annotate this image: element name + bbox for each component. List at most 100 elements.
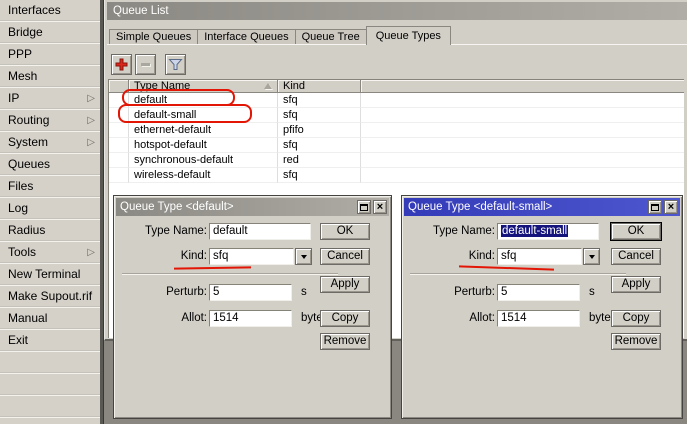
tab-interface-queues[interactable]: Interface Queues xyxy=(197,29,295,45)
kind-label: Kind: xyxy=(122,248,207,265)
perturb-input[interactable]: 5 xyxy=(209,284,292,301)
kind-dropdown-button[interactable] xyxy=(295,248,312,265)
perturb-input[interactable]: 5 xyxy=(497,284,580,301)
perturb-label: Perturb: xyxy=(122,284,207,301)
maximize-button[interactable] xyxy=(648,200,662,214)
kind-dropdown-button[interactable] xyxy=(583,248,600,265)
sidebar-item-exit[interactable]: Exit xyxy=(0,330,100,352)
apply-button[interactable]: Apply xyxy=(320,276,370,293)
window-title: Queue List xyxy=(113,5,169,17)
remove-button[interactable]: Remove xyxy=(320,333,370,350)
sidebar-item-make-supout[interactable]: Make Supout.rif xyxy=(0,286,100,308)
submenu-arrow-icon: ▷ xyxy=(87,242,95,263)
sidebar-item-tools[interactable]: Tools▷ xyxy=(0,242,100,264)
plus-icon xyxy=(115,58,128,71)
type-name-label: Type Name: xyxy=(122,223,207,240)
cell-type-name: synchronous-default xyxy=(129,153,278,168)
sort-ascending-icon xyxy=(264,83,272,89)
sidebar-item-interfaces[interactable]: Interfaces xyxy=(0,0,100,22)
annotation-underline-kind xyxy=(459,265,554,270)
cell-kind: pfifo xyxy=(278,123,361,138)
cancel-button[interactable]: Cancel xyxy=(320,248,370,265)
sidebar-item-ip[interactable]: IP▷ xyxy=(0,88,100,110)
copy-button[interactable]: Copy xyxy=(611,310,661,327)
annotation-underline-kind xyxy=(174,266,251,269)
filter-icon xyxy=(168,58,183,71)
remove-button[interactable] xyxy=(135,54,156,75)
perturb-unit: s xyxy=(589,284,595,301)
tab-queue-types[interactable]: Queue Types xyxy=(366,26,451,45)
queue-type-default-small-dialog: Queue Type <default-small> × Type Name: … xyxy=(401,195,683,419)
table-row[interactable]: synchronous-default red xyxy=(109,153,684,168)
table-row[interactable]: hotspot-default sfq xyxy=(109,138,684,153)
tab-queue-tree[interactable]: Queue Tree xyxy=(295,29,367,45)
allot-label: Allot: xyxy=(122,310,207,327)
sidebar-item-files[interactable]: Files xyxy=(0,176,100,198)
kind-input[interactable]: sfq xyxy=(497,248,582,265)
table-row[interactable]: wireless-default sfq xyxy=(109,168,684,183)
queue-type-default-dialog: Queue Type <default> × Type Name: defaul… xyxy=(113,195,392,419)
remove-button[interactable]: Remove xyxy=(611,333,661,350)
maximize-button[interactable] xyxy=(357,200,371,214)
copy-button[interactable]: Copy xyxy=(320,310,370,327)
cell-kind: sfq xyxy=(278,138,361,153)
sidebar-item-queues[interactable]: Queues xyxy=(0,154,100,176)
sidebar-item-bridge[interactable]: Bridge xyxy=(0,22,100,44)
close-icon: × xyxy=(377,202,383,212)
winbox-app: Interfaces Bridge PPP Mesh IP▷ Routing▷ … xyxy=(0,0,687,424)
maximize-icon xyxy=(651,204,659,211)
submenu-arrow-icon: ▷ xyxy=(87,110,95,131)
dialog-title: Queue Type <default-small> xyxy=(408,201,552,213)
tab-simple-queues[interactable]: Simple Queues xyxy=(109,29,198,45)
allot-label: Allot: xyxy=(410,310,495,327)
table-header-kind[interactable]: Kind xyxy=(278,80,361,93)
close-button[interactable]: × xyxy=(664,200,678,214)
table-row[interactable]: ethernet-default pfifo xyxy=(109,123,684,138)
dialog-separator xyxy=(122,273,338,274)
ok-button[interactable]: OK xyxy=(320,223,370,240)
filter-button[interactable] xyxy=(165,54,186,75)
sidebar-menu: Interfaces Bridge PPP Mesh IP▷ Routing▷ … xyxy=(0,0,100,424)
dialog-separator xyxy=(410,273,626,274)
kind-input[interactable]: sfq xyxy=(209,248,294,265)
table-header-spare xyxy=(361,80,684,93)
cell-kind: sfq xyxy=(278,168,361,183)
allot-input[interactable]: 1514 xyxy=(209,310,292,327)
allot-input[interactable]: 1514 xyxy=(497,310,580,327)
add-button[interactable] xyxy=(111,54,132,75)
queue-list-tabs: Simple Queues Interface Queues Queue Tre… xyxy=(109,26,450,45)
cell-type-name: wireless-default xyxy=(129,168,278,183)
sidebar-item-routing[interactable]: Routing▷ xyxy=(0,110,100,132)
close-icon: × xyxy=(668,202,674,212)
perturb-unit: s xyxy=(301,284,307,301)
sidebar-item-new-terminal[interactable]: New Terminal xyxy=(0,264,100,286)
ok-button[interactable]: OK xyxy=(611,223,661,240)
dialog-titlebar[interactable]: Queue Type <default-small> × xyxy=(404,198,680,216)
cell-kind: sfq xyxy=(278,108,361,123)
sidebar-item-log[interactable]: Log xyxy=(0,198,100,220)
dialog-title: Queue Type <default> xyxy=(120,201,234,213)
cell-kind: sfq xyxy=(278,93,361,108)
sidebar-item-radius[interactable]: Radius xyxy=(0,220,100,242)
maximize-icon xyxy=(360,204,368,211)
selected-text: default-small xyxy=(501,225,568,237)
apply-button[interactable]: Apply xyxy=(611,276,661,293)
cell-kind: red xyxy=(278,153,361,168)
type-name-input[interactable]: default xyxy=(209,223,311,240)
sidebar-item-manual[interactable]: Manual xyxy=(0,308,100,330)
type-name-input[interactable]: default-small xyxy=(497,223,599,240)
dropdown-arrow-icon xyxy=(301,255,307,259)
cell-type-name: hotspot-default xyxy=(129,138,278,153)
kind-label: Kind: xyxy=(410,248,495,265)
queue-list-titlebar[interactable]: Queue List xyxy=(107,2,687,20)
type-name-label: Type Name: xyxy=(410,223,495,240)
perturb-label: Perturb: xyxy=(410,284,495,301)
cancel-button[interactable]: Cancel xyxy=(611,248,661,265)
sidebar-item-system[interactable]: System▷ xyxy=(0,132,100,154)
sidebar-item-ppp[interactable]: PPP xyxy=(0,44,100,66)
submenu-arrow-icon: ▷ xyxy=(87,132,95,153)
sidebar-item-mesh[interactable]: Mesh xyxy=(0,66,100,88)
dialog-titlebar[interactable]: Queue Type <default> × xyxy=(116,198,389,216)
close-button[interactable]: × xyxy=(373,200,387,214)
submenu-arrow-icon: ▷ xyxy=(87,88,95,109)
